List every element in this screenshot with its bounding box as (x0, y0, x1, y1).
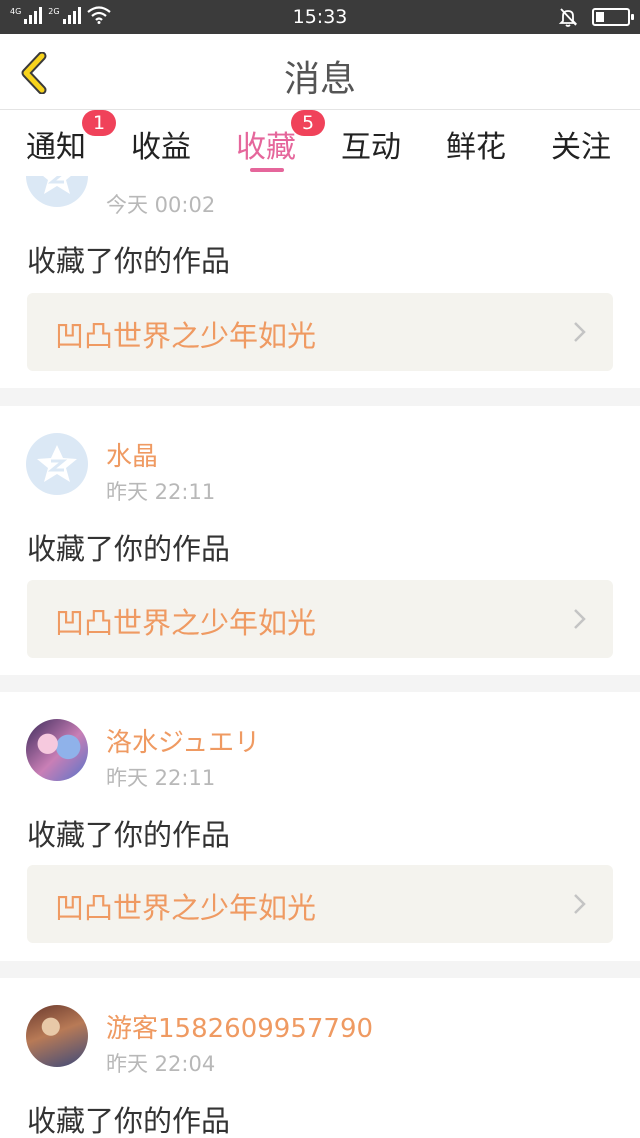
tab-label: 收藏 (236, 130, 296, 165)
unread-badge: 1 (82, 110, 116, 136)
timestamp: 昨天 22:11 (106, 766, 216, 790)
work-link[interactable]: 凹凸世界之少年如光 (27, 865, 613, 943)
action-text: 收藏了你的作品 (27, 1104, 231, 1138)
work-title: 凹凸世界之少年如光 (55, 606, 317, 640)
unread-badge: 5 (291, 110, 325, 136)
chevron-right-icon (574, 322, 586, 342)
tab-notifications[interactable]: 通知 1 (26, 110, 116, 166)
mute-icon (558, 8, 578, 27)
battery-icon (592, 8, 634, 26)
timestamp: 今天 00:02 (106, 193, 216, 217)
work-title: 凹凸世界之少年如光 (55, 891, 317, 925)
nav-bar: 消息 (0, 34, 640, 110)
action-text: 收藏了你的作品 (27, 532, 231, 566)
timestamp: 昨天 22:04 (106, 1052, 216, 1076)
work-link[interactable]: 凹凸世界之少年如光 (27, 293, 613, 371)
avatar[interactable] (26, 433, 88, 495)
page-title: 消息 (283, 59, 356, 100)
tab-label: 关注 (551, 130, 611, 165)
username[interactable]: 洛水ジュエリ (106, 722, 260, 759)
avatar[interactable] (26, 176, 88, 207)
list-item: 洛水ジュエリ 昨天 22:11 收藏了你的作品 凹凸世界之少年如光 (0, 692, 640, 961)
username[interactable]: 水晶 (106, 436, 158, 473)
tab-follows[interactable]: 关注 (551, 122, 611, 166)
chevron-right-icon (574, 894, 586, 914)
tab-label: 通知 (26, 130, 86, 165)
list-item: 游客1582609957790 昨天 22:04 收藏了你的作品 (0, 978, 640, 1138)
status-bar: 4G 2G 15:33 (0, 0, 640, 34)
chevron-right-icon (574, 609, 586, 629)
list-item: 水晶 昨天 22:11 收藏了你的作品 凹凸世界之少年如光 (0, 406, 640, 675)
avatar[interactable] (26, 1005, 88, 1067)
list-item: 今天 00:02 收藏了你的作品 凹凸世界之少年如光 (0, 176, 640, 388)
qq-default-avatar-icon (37, 445, 77, 482)
tab-label: 收益 (131, 130, 191, 165)
avatar[interactable] (26, 719, 88, 781)
clock: 15:33 (292, 6, 348, 28)
timestamp: 昨天 22:11 (106, 480, 216, 504)
tab-flowers[interactable]: 鲜花 (446, 122, 506, 166)
username[interactable]: 游客1582609957790 (106, 1008, 373, 1045)
tab-label: 互动 (341, 130, 401, 165)
tab-favorites[interactable]: 收藏 5 (236, 110, 325, 166)
tab-bar: 通知 1 收益 收藏 5 互动 鲜花 关注 (0, 110, 640, 176)
active-tab-indicator (250, 168, 284, 172)
qq-default-avatar-icon (43, 176, 71, 194)
work-title: 凹凸世界之少年如光 (55, 319, 317, 353)
favorites-feed[interactable]: 今天 00:02 收藏了你的作品 凹凸世界之少年如光 水晶 昨天 22:11 收… (0, 176, 640, 1138)
action-text: 收藏了你的作品 (27, 818, 231, 852)
tab-earnings[interactable]: 收益 (131, 122, 191, 166)
tab-interactions[interactable]: 互动 (341, 122, 401, 166)
tab-label: 鲜花 (446, 130, 506, 165)
work-link[interactable]: 凹凸世界之少年如光 (27, 580, 613, 658)
action-text: 收藏了你的作品 (27, 244, 231, 278)
